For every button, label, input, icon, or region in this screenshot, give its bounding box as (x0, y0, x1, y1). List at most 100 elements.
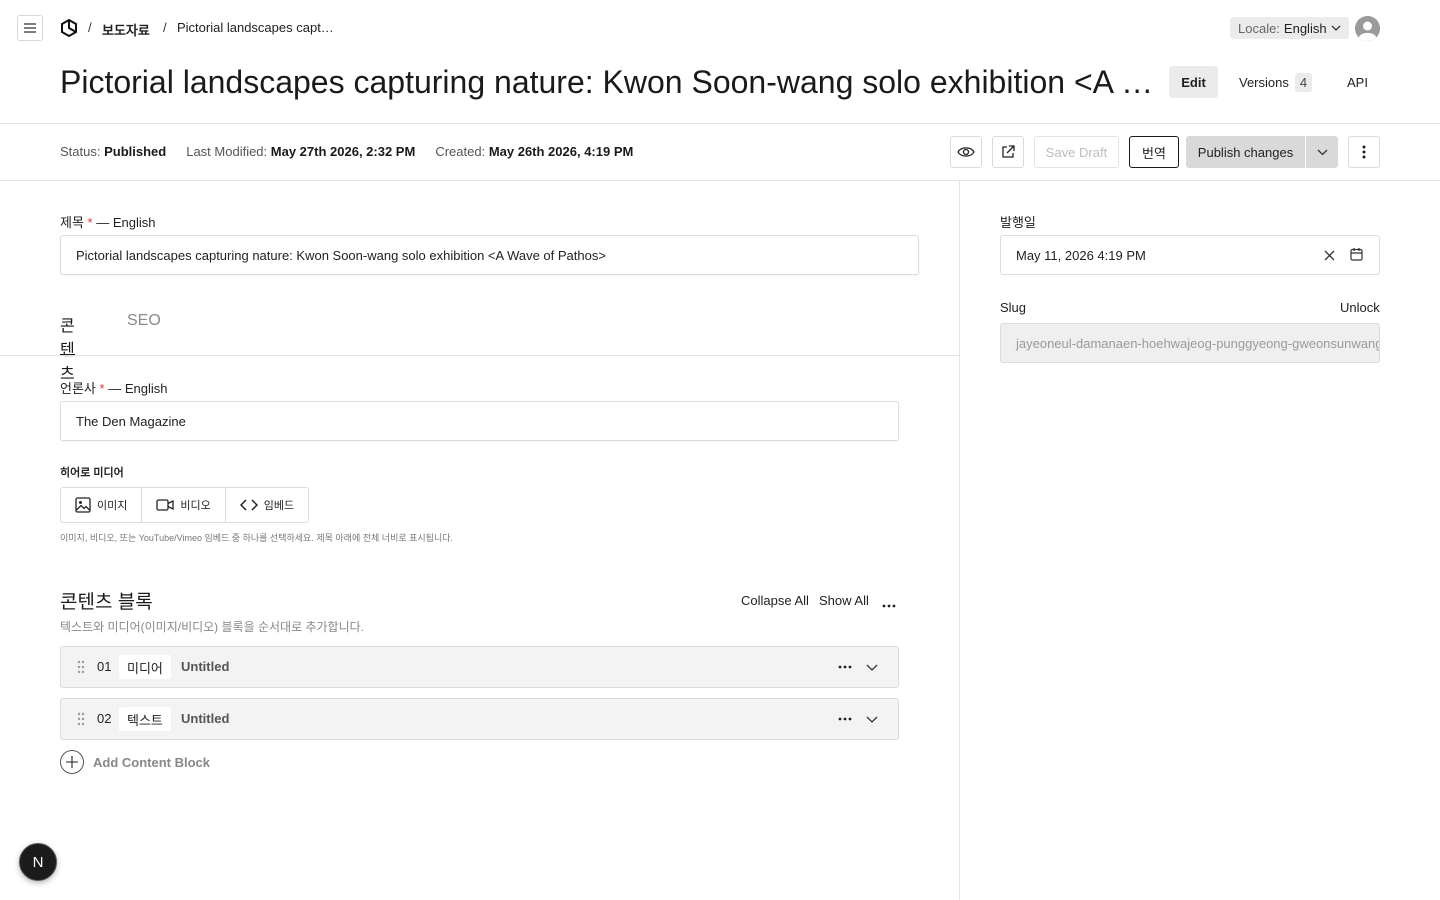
title-label-text: 제목 (60, 215, 84, 230)
slug-input: jayeoneul-damanaen-hoehwajeog-punggyeong… (1000, 323, 1380, 363)
created-label: Created: (435, 144, 486, 159)
content-block-row[interactable]: 02 텍스트 Untitled (60, 698, 899, 740)
modified-label: Last Modified: (186, 144, 268, 159)
breadcrumb-separator: / (163, 20, 167, 35)
tab-edit[interactable]: Edit (1169, 66, 1218, 98)
top-bar: / 보도자료 / Pictorial landscapes capt… Loca… (0, 0, 1440, 56)
user-icon (1355, 16, 1380, 41)
versions-count-badge: 4 (1294, 72, 1313, 92)
tab-versions[interactable]: Versions 4 (1239, 66, 1313, 98)
add-content-block-label: Add Content Block (93, 754, 210, 770)
video-icon (156, 499, 175, 511)
title-locale: — English (96, 215, 156, 230)
press-locale: — English (108, 381, 168, 396)
hero-option-label: 이미지 (97, 500, 128, 512)
press-input[interactable]: The Den Magazine (60, 401, 899, 441)
breadcrumb-current: Pictorial landscapes capt… (177, 20, 334, 35)
required-marker: * (87, 215, 93, 230)
hero-option-label: 임베드 (263, 500, 295, 512)
horizontal-dots-icon[interactable] (838, 711, 852, 727)
block-number: 01 (97, 659, 112, 674)
divider (0, 180, 1440, 181)
publish-options-button[interactable] (1306, 136, 1338, 168)
publish-changes-button[interactable]: Publish changes (1186, 136, 1305, 168)
divider (0, 355, 959, 356)
chevron-down-icon[interactable] (866, 712, 878, 726)
block-type-badge: 미디어 (119, 655, 171, 679)
eye-icon (957, 147, 975, 157)
column-divider (959, 181, 960, 900)
collapse-all-button[interactable]: Collapse All (741, 593, 809, 608)
clear-icon[interactable] (1324, 250, 1335, 261)
dev-tools-badge[interactable]: N (19, 843, 57, 881)
vertical-dots-icon (1362, 145, 1366, 159)
tab-seo[interactable]: SEO (127, 312, 161, 356)
hamburger-icon (24, 23, 36, 33)
hero-option-image[interactable]: 이미지 (61, 488, 143, 522)
content-blocks-title: 콘텐츠 블록 (60, 592, 153, 613)
more-options-button[interactable] (1348, 136, 1380, 168)
hero-option-embed[interactable]: 임베드 (225, 488, 309, 522)
content-block-row[interactable]: 01 미디어 Untitled (60, 646, 899, 688)
open-external-button[interactable] (992, 136, 1024, 168)
slug-label: Slug (1000, 300, 1027, 315)
press-field-label: 언론사 * — English (60, 378, 167, 397)
preview-button[interactable] (950, 136, 982, 168)
breadcrumb-separator: / (88, 20, 92, 35)
hero-media-selector: 이미지 비디오 임베드 (60, 487, 310, 523)
content-blocks-subtitle: 텍스트와 미디어(이미지/비디오) 블록을 순서대로 추가합니다. (60, 620, 364, 634)
unlock-slug-button[interactable]: Unlock (1340, 300, 1380, 315)
plus-icon (60, 750, 84, 774)
hero-option-video[interactable]: 비디오 (142, 488, 226, 522)
breadcrumb-collection-link[interactable]: 보도자료 (102, 20, 150, 39)
publish-date-label: 발행일 (1000, 215, 1036, 230)
app-logo[interactable] (59, 18, 79, 38)
hero-option-label: 비디오 (180, 500, 211, 512)
block-name: Untitled (181, 659, 230, 674)
modified-value: May 27th 2026, 2:32 PM (270, 144, 416, 159)
created-value: May 26th 2026, 4:19 PM (488, 144, 634, 159)
hero-media-label: 히어로 미디어 (60, 467, 124, 479)
chevron-down-icon (1317, 149, 1327, 155)
locale-selector[interactable]: Locale: English (1230, 17, 1349, 39)
chevron-down-icon[interactable] (866, 660, 878, 674)
title-input[interactable]: Pictorial landscapes capturing nature: K… (60, 235, 919, 275)
document-meta: Status: Published Last Modified: May 27t… (60, 144, 633, 159)
chevron-down-icon (1331, 25, 1341, 31)
tab-versions-label: Versions (1239, 74, 1289, 90)
calendar-icon[interactable] (1350, 247, 1363, 261)
block-number: 02 (97, 711, 112, 726)
status-badge: Published (104, 144, 167, 159)
press-label-text: 언론사 (60, 381, 96, 396)
code-icon (239, 499, 258, 511)
modified-info: Last Modified: May 27th 2026, 2:32 PM (186, 144, 415, 159)
locale-value: English (1283, 20, 1327, 36)
avatar[interactable] (1355, 16, 1380, 41)
divider (0, 123, 1440, 124)
show-all-button[interactable]: Show All (819, 593, 869, 608)
tab-api[interactable]: API (1347, 66, 1368, 98)
drag-handle-icon[interactable] (77, 660, 85, 674)
created-info: Created: May 26th 2026, 4:19 PM (435, 144, 633, 159)
tab-content[interactable]: 콘텐츠 (60, 312, 75, 383)
logo-icon (61, 18, 77, 38)
page-title: Pictorial landscapes capturing nature: K… (60, 64, 1160, 100)
image-icon (75, 497, 91, 513)
block-type-badge: 텍스트 (119, 707, 171, 731)
block-name: Untitled (181, 711, 230, 726)
publish-date-value: May 11, 2026 4:19 PM (1016, 247, 1146, 263)
translate-button[interactable]: 번역 (1129, 136, 1179, 168)
status-info: Status: Published (60, 144, 166, 159)
external-link-icon (1002, 145, 1015, 158)
title-field-label: 제목 * — English (60, 212, 155, 231)
drag-handle-icon[interactable] (77, 712, 85, 726)
required-marker: * (99, 381, 105, 396)
locale-key: Locale: (1238, 20, 1280, 36)
blocks-more-button[interactable] (882, 596, 896, 611)
save-draft-button[interactable]: Save Draft (1034, 136, 1119, 168)
horizontal-dots-icon[interactable] (838, 659, 852, 675)
add-content-block-button[interactable]: Add Content Block (60, 750, 210, 774)
menu-toggle-button[interactable] (17, 15, 43, 41)
horizontal-dots-icon (882, 604, 896, 608)
publish-date-input[interactable]: May 11, 2026 4:19 PM (1000, 235, 1380, 275)
